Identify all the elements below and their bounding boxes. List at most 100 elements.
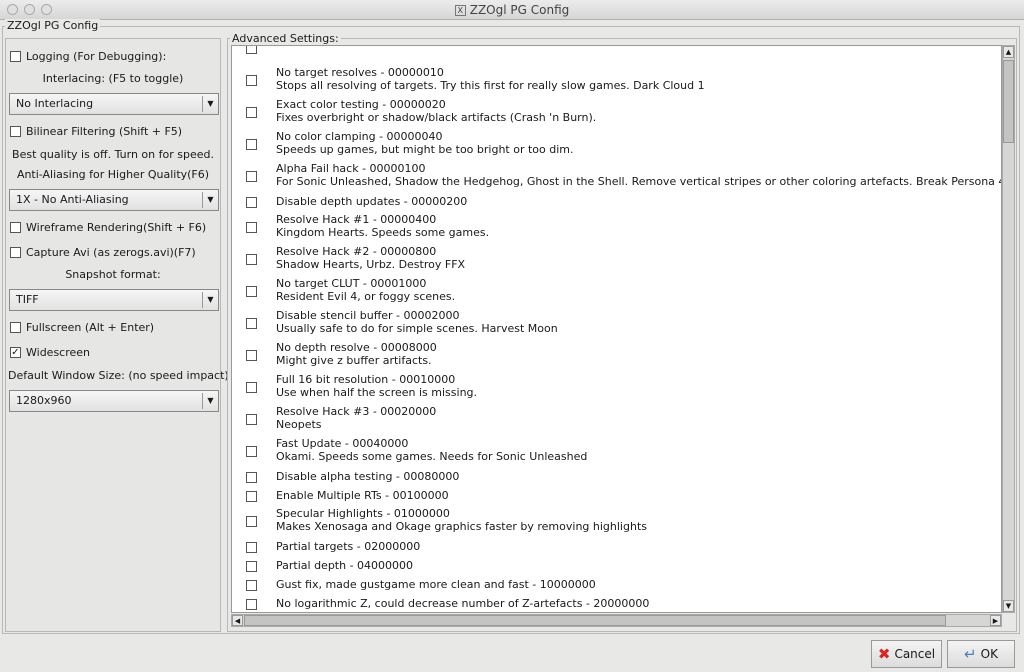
option-title: Full 16 bit resolution - 00010000 xyxy=(276,373,456,386)
capture-checkbox[interactable]: Capture Avi (as zerogs.avi)(F7) xyxy=(10,246,196,259)
option-title: Disable alpha testing - 00080000 xyxy=(276,470,460,483)
option-description: Stops all resolving of targets. Try this… xyxy=(276,78,705,92)
option-checkbox[interactable] xyxy=(246,75,257,86)
option-checkbox[interactable] xyxy=(246,491,257,502)
maximize-window-button[interactable] xyxy=(41,4,52,15)
list-item[interactable]: Alpha Fail hack - 00000100 For Sonic Unle… xyxy=(232,161,1001,193)
option-title: Specular Highlights - 01000000 xyxy=(276,507,450,520)
option-checkbox[interactable] xyxy=(246,414,257,425)
logging-checkbox[interactable]: Logging (For Debugging): xyxy=(10,50,166,63)
option-title: Alpha Fail hack - 00000100 xyxy=(276,162,426,175)
option-title: Enable Multiple RTs - 00100000 xyxy=(276,489,449,502)
basic-settings-panel: Logging (For Debugging): Interlacing: (F… xyxy=(5,38,229,632)
interlacing-label: Interlacing: (F5 to toggle) xyxy=(42,72,184,85)
aa-value: 1X - No Anti-Aliasing xyxy=(16,193,129,206)
list-item[interactable]: Gust fix, made gustgame more clean and f… xyxy=(232,576,1001,595)
scroll-left-button[interactable]: ◀ xyxy=(232,615,243,626)
list-item[interactable]: Resolve Hack #2 - 00000800 Shadow Hearts,… xyxy=(232,244,1001,276)
list-item[interactable]: No target resolves - 00000010 Stops all r… xyxy=(232,65,1001,97)
scroll-up-button[interactable]: ▲ xyxy=(1003,46,1014,58)
option-checkbox[interactable] xyxy=(246,561,257,572)
cancel-icon: ✖ xyxy=(877,645,891,663)
chevron-down-icon: ▼ xyxy=(202,292,218,308)
list-item[interactable]: Disable stencil buffer - 00002000 Usually… xyxy=(232,308,1001,340)
option-description: Makes Xenosaga and Okage graphics faster… xyxy=(276,519,647,533)
option-checkbox[interactable] xyxy=(246,446,257,457)
list-item[interactable]: Full 16 bit resolution - 00010000 Use whe… xyxy=(232,372,1001,404)
list-item[interactable]: Disable alpha testing - 00080000 xyxy=(232,468,1001,487)
option-checkbox[interactable] xyxy=(246,171,257,182)
bilinear-label: Bilinear Filtering (Shift + F5) xyxy=(26,125,183,138)
list-item[interactable]: Partial targets - 02000000 xyxy=(232,538,1001,557)
aa-dropdown[interactable]: 1X - No Anti-Aliasing ▼ xyxy=(9,189,219,211)
option-checkbox[interactable] xyxy=(246,350,257,361)
interlacing-dropdown[interactable]: No Interlacing ▼ xyxy=(9,93,219,115)
list-item[interactable]: No target CLUT - 00001000 Resident Evil 4… xyxy=(232,276,1001,308)
list-item[interactable]: Exact color testing - 00000020 Fixes over… xyxy=(232,97,1001,129)
option-title: No target resolves - 00000010 xyxy=(276,66,444,79)
option-checkbox[interactable] xyxy=(246,197,257,208)
advanced-settings-list[interactable]: Fixes 2x bigger screen (Gradius 3). No ta… xyxy=(231,45,1002,613)
option-checkbox[interactable] xyxy=(246,599,257,610)
scroll-down-button[interactable]: ▼ xyxy=(1003,600,1014,612)
list-item[interactable]: Resolve Hack #1 - 00000400 Kingdom Hearts… xyxy=(232,212,1001,244)
option-checkbox[interactable] xyxy=(246,382,257,393)
list-item[interactable]: No logarithmic Z, could decrease number … xyxy=(232,595,1001,612)
vertical-scrollbar[interactable]: ▲ ▼ xyxy=(1002,45,1015,613)
option-checkbox[interactable] xyxy=(246,472,257,483)
option-description: Okami. Speeds some games. Needs for Soni… xyxy=(276,449,588,463)
horizontal-scrollbar[interactable]: ◀ ▶ xyxy=(231,614,1002,627)
minimize-window-button[interactable] xyxy=(24,4,35,15)
fullscreen-checkbox[interactable]: Fullscreen (Alt + Enter) xyxy=(10,321,154,334)
option-title: Fast Update - 00040000 xyxy=(276,437,409,450)
option-checkbox[interactable] xyxy=(246,542,257,553)
list-item[interactable]: Fast Update - 00040000 Okami. Speeds some… xyxy=(232,436,1001,468)
wireframe-checkbox[interactable]: Wireframe Rendering(Shift + F6) xyxy=(10,221,206,234)
list-item[interactable]: Specular Highlights - 01000000 Makes Xeno… xyxy=(232,506,1001,538)
list-item[interactable]: Disable depth updates - 00000200 xyxy=(232,193,1001,212)
window-size-dropdown[interactable]: 1280x960 ▼ xyxy=(9,390,219,412)
option-checkbox[interactable] xyxy=(246,46,257,54)
list-item[interactable]: Partial depth - 04000000 xyxy=(232,557,1001,576)
option-title: Disable depth updates - 00000200 xyxy=(276,195,468,208)
list-item[interactable]: No color clamping - 00000040 Speeds up ga… xyxy=(232,129,1001,161)
list-item[interactable]: No depth resolve - 00008000 Might give z … xyxy=(232,340,1001,372)
snapshot-dropdown[interactable]: TIFF ▼ xyxy=(9,289,219,311)
option-title: No target CLUT - 00001000 xyxy=(276,277,427,290)
cancel-label: Cancel xyxy=(894,647,936,661)
option-checkbox[interactable] xyxy=(246,318,257,329)
option-description: Might give z buffer artifacts. xyxy=(276,353,432,367)
config-frame-title: ZZOgl PG Config xyxy=(5,19,101,32)
check-icon: ✓ xyxy=(10,346,21,358)
list-item[interactable]: Fixes 2x bigger screen (Gradius 3). xyxy=(232,46,1001,65)
option-checkbox[interactable] xyxy=(246,254,257,265)
option-checkbox[interactable] xyxy=(246,222,257,233)
ok-button[interactable]: ↵ OK xyxy=(947,640,1015,668)
bilinear-checkbox[interactable]: Bilinear Filtering (Shift + F5) xyxy=(10,125,182,138)
option-description: Kingdom Hearts. Speeds some games. xyxy=(276,225,490,239)
vertical-scroll-thumb[interactable] xyxy=(1003,60,1014,143)
window-title: ZZOgl PG Config xyxy=(469,3,570,17)
horizontal-scroll-thumb[interactable] xyxy=(244,615,946,626)
option-description: Fixes 2x bigger screen (Gradius 3). xyxy=(276,46,1001,48)
scroll-right-button[interactable]: ▶ xyxy=(990,615,1001,626)
fullscreen-label: Fullscreen (Alt + Enter) xyxy=(26,321,155,334)
cancel-button[interactable]: ✖ Cancel xyxy=(871,640,942,668)
close-window-button[interactable] xyxy=(7,4,18,15)
option-description: Use when half the screen is missing. xyxy=(276,385,478,399)
option-checkbox[interactable] xyxy=(246,286,257,297)
list-item[interactable]: Resolve Hack #3 - 00020000 Neopets xyxy=(232,404,1001,436)
option-title: No depth resolve - 00008000 xyxy=(276,341,437,354)
option-title: No color clamping - 00000040 xyxy=(276,130,443,143)
option-description: For Sonic Unleashed, Shadow the Hedgehog… xyxy=(276,174,1002,188)
widescreen-checkbox[interactable]: ✓ Widescreen xyxy=(10,346,90,359)
option-checkbox[interactable] xyxy=(246,580,257,591)
option-title: Resolve Hack #3 - 00020000 xyxy=(276,405,437,418)
option-checkbox[interactable] xyxy=(246,139,257,150)
option-title: Gust fix, made gustgame more clean and f… xyxy=(276,578,596,591)
option-checkbox[interactable] xyxy=(246,516,257,527)
option-checkbox[interactable] xyxy=(246,107,257,118)
list-item[interactable]: Enable Multiple RTs - 00100000 xyxy=(232,487,1001,506)
snapshot-label: Snapshot format: xyxy=(65,268,161,281)
aa-label: Anti-Aliasing for Higher Quality(F6) xyxy=(16,168,210,181)
